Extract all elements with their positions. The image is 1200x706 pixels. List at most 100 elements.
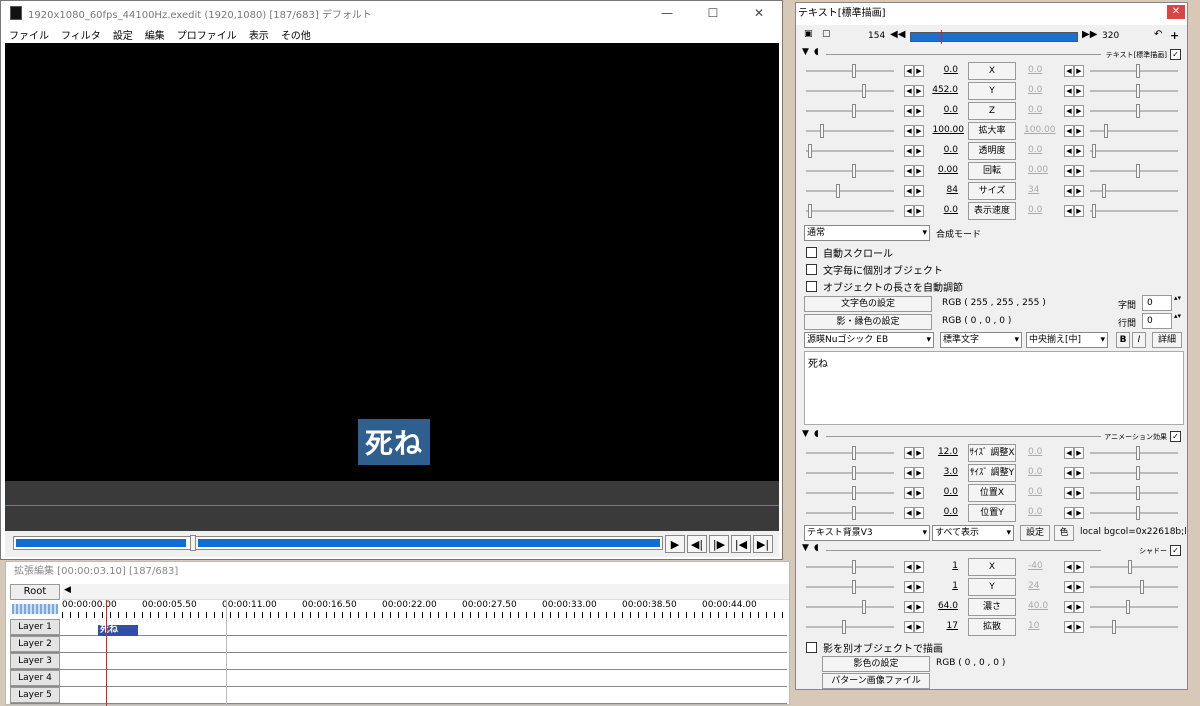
left-slider[interactable] xyxy=(806,446,894,460)
scroll-left-icon[interactable]: ◀ xyxy=(64,585,71,595)
left-value[interactable]: 0.00 xyxy=(914,165,958,175)
right-value[interactable]: 40.0 xyxy=(1028,601,1068,611)
slider-knob[interactable] xyxy=(862,600,866,614)
slider-knob[interactable] xyxy=(852,560,856,574)
left-slider[interactable] xyxy=(806,124,894,138)
playhead-line[interactable] xyxy=(106,600,107,706)
slider-knob[interactable] xyxy=(1112,620,1116,634)
left-slider[interactable] xyxy=(806,466,894,480)
left-slider[interactable] xyxy=(806,580,894,594)
frame-range-bar[interactable] xyxy=(910,30,1078,44)
right-slider[interactable] xyxy=(1090,506,1178,520)
slider-knob[interactable] xyxy=(1126,600,1130,614)
right-spinner[interactable]: ◀ ▶ xyxy=(1064,581,1084,593)
char-spacing-spin-icon[interactable]: ▴▾ xyxy=(1174,294,1181,302)
layer-track[interactable] xyxy=(62,670,787,686)
text-style-select[interactable]: 標準文字 xyxy=(940,332,1022,348)
section-enable-checkbox[interactable]: ✓ xyxy=(1170,49,1181,60)
slider-knob[interactable] xyxy=(852,466,856,480)
next-frame-button[interactable]: |▶ xyxy=(709,535,729,553)
auto-length-checkbox[interactable] xyxy=(806,280,817,292)
right-value[interactable]: 24 xyxy=(1028,581,1068,591)
zoom-slider[interactable] xyxy=(12,604,58,614)
auto-scroll-option[interactable]: 自動スクロール xyxy=(806,245,893,260)
slider-knob[interactable] xyxy=(862,84,866,98)
left-value[interactable]: 0.0 xyxy=(914,205,958,215)
detail-button[interactable]: 詳細 xyxy=(1152,332,1182,348)
layer-label[interactable]: Layer 4 xyxy=(10,670,60,686)
left-value[interactable]: 0.0 xyxy=(914,487,958,497)
slider-knob[interactable] xyxy=(1136,164,1140,178)
left-value[interactable]: 64.0 xyxy=(914,601,958,611)
left-slider[interactable] xyxy=(806,486,894,500)
menu-other[interactable]: その他 xyxy=(281,27,311,42)
right-spinner[interactable]: ◀ ▶ xyxy=(1064,467,1084,479)
anim-type-select[interactable]: テキスト背景V3 xyxy=(804,525,930,541)
camera-icon[interactable]: ▣ xyxy=(804,29,813,39)
right-slider[interactable] xyxy=(1090,486,1178,500)
seek-bar[interactable] xyxy=(13,535,663,551)
bold-button[interactable]: B xyxy=(1116,332,1130,348)
line-spacing-input[interactable]: 0 xyxy=(1142,313,1172,329)
right-value[interactable]: 0.0 xyxy=(1028,467,1068,477)
right-spinner[interactable]: ◀ ▶ xyxy=(1064,125,1084,137)
right-slider[interactable] xyxy=(1090,466,1178,480)
undo-icon[interactable]: ↶ xyxy=(1154,29,1162,40)
left-slider[interactable] xyxy=(806,64,894,78)
menu-view[interactable]: 表示 xyxy=(249,27,269,42)
add-filter-icon[interactable]: + xyxy=(1170,29,1179,42)
right-value[interactable]: 100.00 xyxy=(1024,125,1064,135)
right-slider[interactable] xyxy=(1090,104,1178,118)
left-value[interactable]: 1 xyxy=(914,561,958,571)
left-value[interactable]: 3.0 xyxy=(914,467,958,477)
shadow-enable-checkbox[interactable]: ✓ xyxy=(1170,545,1181,556)
slider-knob[interactable] xyxy=(852,506,856,520)
right-value[interactable]: 34 xyxy=(1028,185,1068,195)
right-value[interactable]: 0.0 xyxy=(1028,85,1068,95)
slider-knob[interactable] xyxy=(1136,446,1140,460)
slider-knob[interactable] xyxy=(1136,466,1140,480)
left-value[interactable]: 0.0 xyxy=(914,105,958,115)
right-slider[interactable] xyxy=(1090,164,1178,178)
param-button[interactable]: 位置X xyxy=(968,484,1016,502)
right-slider[interactable] xyxy=(1090,446,1178,460)
right-spinner[interactable]: ◀ ▶ xyxy=(1064,487,1084,499)
text-clip[interactable]: 死ね xyxy=(98,625,138,636)
right-value[interactable]: 0.0 xyxy=(1028,205,1068,215)
go-start-button[interactable]: |◀ xyxy=(731,535,751,553)
layer-label[interactable]: Layer 3 xyxy=(10,653,60,669)
right-slider[interactable] xyxy=(1090,124,1178,138)
slider-knob[interactable] xyxy=(820,124,824,138)
layer-track[interactable] xyxy=(62,687,787,703)
shadow-color-button[interactable]: 影・縁色の設定 xyxy=(804,314,932,330)
slider-knob[interactable] xyxy=(836,184,840,198)
slider-knob[interactable] xyxy=(1102,184,1106,198)
right-spinner[interactable]: ◀ ▶ xyxy=(1064,205,1084,217)
layer-track[interactable] xyxy=(62,653,787,669)
slider-knob[interactable] xyxy=(842,620,846,634)
right-spinner[interactable]: ◀ ▶ xyxy=(1064,621,1084,633)
menu-file[interactable]: ファイル xyxy=(9,27,49,42)
param-button[interactable]: 透明度 xyxy=(968,142,1016,160)
layer-row[interactable]: Layer 5 xyxy=(10,687,787,704)
anim-color-button[interactable]: 色 xyxy=(1054,525,1074,541)
anim-collapse-icon[interactable]: ▼ xyxy=(802,429,809,439)
panel-close-button[interactable]: ✕ xyxy=(1167,5,1185,19)
left-value[interactable]: 84 xyxy=(914,185,958,195)
left-value[interactable]: 0.0 xyxy=(914,507,958,517)
maximize-button[interactable]: ☐ xyxy=(690,1,736,25)
menu-filter[interactable]: フィルタ xyxy=(61,27,101,42)
to-start-icon[interactable]: ◀◀ xyxy=(890,29,905,40)
prev-frame-button[interactable]: ◀| xyxy=(687,535,707,553)
slider-knob[interactable] xyxy=(852,64,856,78)
per-char-option[interactable]: 文字毎に個別オブジェクト xyxy=(806,262,943,277)
right-value[interactable]: 0.0 xyxy=(1028,507,1068,517)
image-icon[interactable]: ▢ xyxy=(822,29,831,39)
left-value[interactable]: 452.0 xyxy=(914,85,958,95)
right-slider[interactable] xyxy=(1090,560,1178,574)
param-button[interactable]: 回転 xyxy=(968,162,1016,180)
right-slider[interactable] xyxy=(1090,600,1178,614)
right-spinner[interactable]: ◀ ▶ xyxy=(1064,447,1084,459)
anim-display-select[interactable]: すべて表示 xyxy=(932,525,1014,541)
right-spinner[interactable]: ◀ ▶ xyxy=(1064,165,1084,177)
